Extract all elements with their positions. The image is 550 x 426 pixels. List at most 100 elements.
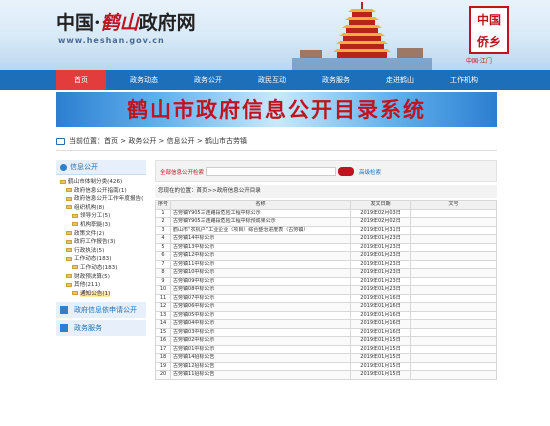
tree-item[interactable]: 机构职能(3) [60, 221, 146, 230]
tree-item[interactable]: 政府信息公开指南(1) [60, 187, 146, 196]
tree-item[interactable]: 工作动态(183) [60, 255, 146, 264]
cell-name[interactable]: 古劳镇11中标公示 [170, 259, 352, 269]
folder-icon [66, 274, 72, 279]
nav-agencies[interactable]: 工作机构 [434, 70, 494, 90]
cell-name[interactable]: 古劳镇07中标公示 [170, 293, 352, 303]
cell-name[interactable]: 古劳镇04中标公示 [170, 319, 352, 329]
cell-name[interactable]: 古劳镇06中标公示 [170, 302, 352, 312]
cell-name[interactable]: 古劳镇03中标公示 [170, 327, 352, 337]
cell-name[interactable]: 古劳镇02中标公示 [170, 336, 352, 346]
tree-item[interactable]: 工作动态(183) [60, 264, 146, 273]
tree-item[interactable]: 政府信息公开工作年度报告( [60, 195, 146, 204]
cell-date: 2019年01月15日 [350, 336, 412, 346]
folder-icon [72, 213, 78, 218]
cell-name[interactable]: 古劳镇13中标公示 [170, 242, 352, 252]
table-row[interactable]: 12 古劳镇06中标公示 2019年01月16日 [154, 302, 497, 312]
table-row[interactable]: 15 古劳镇03中标公示 2019年01月16日 [154, 327, 497, 337]
nav-gov-open[interactable]: 政务公开 [178, 70, 238, 90]
tree-item[interactable]: 政策文件(2) [60, 230, 146, 239]
cell-docno [410, 242, 497, 252]
cell-name[interactable]: 古劳镇14中标公示 [170, 234, 352, 244]
nav-about-heshan[interactable]: 走进鹤山 [370, 70, 430, 90]
sidebar-header[interactable]: 信息公开 [56, 160, 146, 175]
tree-item[interactable]: 财政预决算(5) [60, 273, 146, 282]
table-row[interactable]: 14 古劳镇04中标公示 2019年01月16日 [154, 319, 497, 329]
table-header-row: 序号 名称 发文日期 文号 [154, 200, 497, 210]
table-row[interactable]: 11 古劳镇07中标公示 2019年01月16日 [154, 293, 497, 303]
cell-docno [410, 353, 497, 363]
cell-name[interactable]: 古劳镇09中标公示 [170, 276, 352, 286]
table-row[interactable]: 10 古劳镇08中标公示 2019年01月23日 [154, 285, 497, 295]
cell-name[interactable]: 古劳镇11招标公告 [170, 370, 352, 380]
folder-icon [72, 222, 78, 227]
cell-date: 2019年02月02日 [350, 217, 412, 227]
search-input[interactable] [206, 167, 336, 176]
cell-index: 6 [154, 251, 172, 261]
monitor-icon [56, 137, 65, 145]
tree-item-selected[interactable]: 通知公告(1) [60, 290, 146, 299]
nav-services[interactable]: 政务服务 [306, 70, 366, 90]
search-button[interactable] [338, 167, 354, 176]
nav-news[interactable]: 政务动态 [114, 70, 174, 90]
system-banner: 鹤山市政府信息公开目录系统 [56, 92, 497, 127]
table-row[interactable]: 4 古劳镇14中标公示 2019年01月23日 [154, 234, 497, 244]
cell-date: 2019年01月15日 [350, 361, 412, 371]
breadcrumb-text: 当前位置：首页 > 政务公开 > 信息公开 > 鹤山市古劳镇 [69, 137, 247, 145]
cell-name[interactable]: 古劳镇Y905三连路段危险工程中标预成果公示 [170, 217, 352, 227]
nav-interaction[interactable]: 政民互动 [242, 70, 302, 90]
cell-name[interactable]: 古劳镇01中标公示 [170, 344, 352, 354]
table-row[interactable]: 19 古劳镇12招标公告 2019年01月15日 [154, 361, 497, 371]
table-row[interactable]: 1 古劳镇Y905三连路段危险工程中标公示 2019年02月03日 [154, 208, 497, 218]
table-row[interactable]: 5 古劳镇13中标公示 2019年01月23日 [154, 242, 497, 252]
table-row[interactable]: 7 古劳镇11中标公示 2019年01月23日 [154, 259, 497, 269]
cell-index: 3 [154, 225, 172, 235]
tree-item[interactable]: 行政执法(5) [60, 247, 146, 256]
nav-home[interactable]: 首页 [56, 70, 106, 90]
cell-name[interactable]: 古劳镇14招标公告 [170, 353, 352, 363]
tree-item[interactable]: 领导分工(5) [60, 212, 146, 221]
table-row[interactable]: 3 鹤山市“农机户”工业企业（项目）综合整治进度表（古劳镇） 2019年01月31日 [154, 225, 497, 235]
tree-item[interactable]: 其他(211) [60, 281, 146, 290]
search-label: 全部信息公开检索 [160, 170, 205, 176]
gov-service-button[interactable]: 政务服务 [56, 320, 146, 337]
site-logo[interactable]: 中国·鹤山政府网 [56, 8, 196, 35]
pagoda-illustration [292, 2, 432, 70]
table-row[interactable]: 9 古劳镇09中标公示 2019年01月23日 [154, 276, 497, 286]
folder-icon [66, 239, 72, 244]
tree-item[interactable]: 组织机构(8) [60, 204, 146, 213]
table-row[interactable]: 17 古劳镇01中标公示 2019年01月15日 [154, 344, 497, 354]
cell-index: 1 [154, 208, 172, 218]
document-icon [60, 306, 68, 315]
advanced-search-link[interactable]: 高级检索 [359, 168, 381, 176]
table-row[interactable]: 8 古劳镇10中标公示 2019年01月23日 [154, 268, 497, 278]
table-row[interactable]: 13 古劳镇05中标公示 2019年01月16日 [154, 310, 497, 320]
table-row[interactable]: 6 古劳镇12中标公示 2019年01月23日 [154, 251, 497, 261]
cell-docno [410, 302, 497, 312]
tree-item[interactable]: 政府工作报告(3) [60, 238, 146, 247]
table-row[interactable]: 2 古劳镇Y905三连路段危险工程中标预成果公示 2019年02月02日 [154, 217, 497, 227]
cell-index: 2 [154, 217, 172, 227]
request-disclosure-button[interactable]: 政府信息依申请公开 [56, 302, 146, 319]
cell-name[interactable]: 鹤山市“农机户”工业企业（项目）综合整治进度表（古劳镇） [170, 225, 352, 235]
cell-docno [410, 319, 497, 329]
cell-docno [410, 336, 497, 346]
cell-name[interactable]: 古劳镇12中标公示 [170, 251, 352, 261]
cell-docno [410, 361, 497, 371]
cell-index: 11 [154, 293, 172, 303]
cell-docno [410, 344, 497, 354]
cell-name[interactable]: 古劳镇05中标公示 [170, 310, 352, 320]
cell-name[interactable]: 古劳镇12招标公告 [170, 361, 352, 371]
document-table: 序号 名称 发文日期 文号 1 古劳镇Y905三连路段危险工程中标公示 2019年0… [154, 200, 497, 380]
table-row[interactable]: 16 古劳镇02中标公示 2019年01月15日 [154, 336, 497, 346]
cell-index: 4 [154, 234, 172, 244]
cell-index: 5 [154, 242, 172, 252]
cell-name[interactable]: 古劳镇Y905三连路段危险工程中标公示 [170, 208, 352, 218]
cell-docno [410, 225, 497, 235]
cell-index: 15 [154, 327, 172, 337]
table-row[interactable]: 18 古劳镇14招标公告 2019年01月15日 [154, 353, 497, 363]
cell-name[interactable]: 古劳镇08中标公示 [170, 285, 352, 295]
table-row[interactable]: 20 古劳镇11招标公告 2019年01月15日 [154, 370, 497, 380]
cell-name[interactable]: 古劳镇10中标公示 [170, 268, 352, 278]
cell-docno [410, 310, 497, 320]
tree-item[interactable]: 鹤山市体制分类(426) [60, 178, 146, 187]
